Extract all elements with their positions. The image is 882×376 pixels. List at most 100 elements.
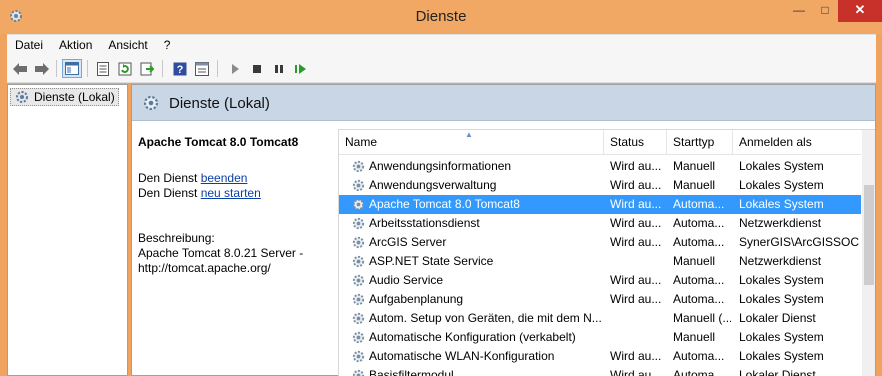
service-name: Anwendungsinformationen (369, 159, 512, 173)
forward-button[interactable] (32, 59, 52, 78)
service-name: Autom. Setup von Geräten, die mit dem N.… (369, 311, 601, 325)
help-icon: ? (173, 62, 187, 76)
service-starttype: Automa... (673, 349, 725, 363)
service-starttype: Automa... (673, 216, 725, 230)
table-row[interactable]: Automatische Konfiguration (verkabelt) Ma… (339, 328, 861, 347)
table-row[interactable]: ASP.NET State Service Manuell Netzwerkdien… (339, 252, 861, 271)
menu-datei[interactable]: Datei (7, 35, 51, 52)
show-hide-tree-icon (65, 62, 79, 75)
table-row[interactable]: Anwendungsinformationen Wird au... Manuell… (339, 157, 861, 176)
service-starttype: Manuell (673, 159, 716, 173)
stop-icon (253, 64, 261, 73)
service-name: ArcGIS Server (369, 235, 447, 249)
pause-service-button[interactable] (269, 59, 289, 78)
service-name: Arbeitsstationsdienst (369, 216, 480, 230)
play-icon (232, 63, 239, 74)
service-name: ASP.NET State Service (369, 254, 494, 268)
service-status: Wird au... (610, 235, 662, 249)
details-view-icon (195, 61, 209, 76)
menu-ansicht[interactable]: Ansicht (100, 35, 155, 52)
table-row[interactable]: Aufgabenplanung Wird au... Automa... Lokale… (339, 290, 861, 309)
services-list: ▲ Name Status Starttyp Anmelden als Anwe… (338, 129, 875, 376)
service-name: Anwendungsverwaltung (369, 178, 497, 192)
export-icon (140, 62, 154, 75)
column-header-status[interactable]: Status (604, 130, 667, 155)
service-status: Wird au... (610, 159, 662, 173)
refresh-button[interactable] (115, 59, 135, 78)
back-arrow-icon (13, 62, 27, 75)
restart-service-button[interactable] (291, 59, 311, 78)
window-title: Dienste (415, 8, 467, 25)
restart-prefix: Den Dienst (138, 186, 201, 200)
maximize-button[interactable]: □ (812, 0, 838, 22)
gear-icon (143, 95, 159, 111)
pause-icon (275, 64, 283, 73)
svg-text:?: ? (177, 64, 184, 76)
service-logon: Netzwerkdienst (739, 216, 822, 230)
table-row[interactable]: Audio Service Wird au... Automa... Lokales … (339, 271, 861, 290)
service-logon: Lokales System (739, 273, 824, 287)
stop-prefix: Den Dienst (138, 171, 201, 185)
table-row[interactable]: Autom. Setup von Geräten, die mit dem N.… (339, 309, 861, 328)
service-details: Apache Tomcat 8.0 Tomcat8 Den Dienst bee… (138, 135, 338, 276)
gear-icon (352, 293, 365, 306)
export-button[interactable] (137, 59, 157, 78)
restart-service-link[interactable]: neu starten (201, 186, 261, 200)
properties-button[interactable] (93, 59, 113, 78)
gear-icon (352, 369, 365, 376)
stop-service-link[interactable]: beenden (201, 171, 248, 185)
panel-title: Dienste (Lokal) (169, 95, 270, 112)
gear-icon (352, 255, 365, 268)
service-status: Wird au... (610, 349, 662, 363)
service-logon: Lokaler Dienst (739, 311, 816, 325)
service-name: Aufgabenplanung (369, 292, 464, 306)
table-row[interactable]: Arbeitsstationsdienst Wird au... Automa...… (339, 214, 861, 233)
title-bar: Dienste — □ ✕ (0, 0, 882, 34)
refresh-icon (118, 62, 132, 75)
column-headers: ▲ Name Status Starttyp Anmelden als (339, 130, 861, 155)
scrollbar-thumb[interactable] (864, 185, 874, 285)
service-starttype: Automa... (673, 292, 725, 306)
menu-aktion[interactable]: Aktion (51, 35, 100, 52)
description-line-2: http://tomcat.apache.org/ (138, 261, 271, 275)
service-starttype: Manuell (... (673, 311, 731, 325)
tree-item-label: Dienste (Lokal) (34, 90, 115, 104)
stop-line: Den Dienst beenden (138, 171, 338, 186)
show-hide-tree-button[interactable] (62, 59, 82, 78)
restart-line: Den Dienst neu starten (138, 186, 338, 201)
service-starttype: Manuell (673, 330, 716, 344)
gear-icon (352, 274, 365, 287)
gear-icon (352, 350, 365, 363)
column-header-starttype[interactable]: Starttyp (667, 130, 733, 155)
column-header-name[interactable]: Name (339, 130, 604, 155)
table-row[interactable]: Anwendungsverwaltung Wird au... Manuell Lok… (339, 176, 861, 195)
column-header-logon[interactable]: Anmelden als (733, 130, 861, 155)
service-starttype: Manuell (673, 178, 716, 192)
gear-icon (352, 179, 365, 192)
service-name: Automatische WLAN-Konfiguration (369, 349, 555, 363)
description-label: Beschreibung: (138, 231, 215, 245)
service-starttype: Automa... (673, 273, 725, 287)
help-button[interactable]: ? (170, 59, 190, 78)
table-row[interactable]: ArcGIS Server Wird au... Automa... SynerGIS… (339, 233, 861, 252)
table-row[interactable]: Basisfiltermodul Wird au... Automa... Lokal… (339, 366, 861, 376)
tree-item-dienste-lokal[interactable]: Dienste (Lokal) (10, 88, 119, 106)
properties-icon (97, 61, 109, 76)
stop-service-button[interactable] (247, 59, 267, 78)
close-button[interactable]: ✕ (838, 0, 882, 22)
details-view-button[interactable] (192, 59, 212, 78)
gear-icon (352, 236, 365, 249)
service-status: Wird au... (610, 216, 662, 230)
gear-icon (352, 312, 365, 325)
vertical-scrollbar[interactable] (862, 130, 875, 376)
menu-help[interactable]: ? (156, 35, 179, 52)
service-name: Apache Tomcat 8.0 Tomcat8 (369, 197, 520, 211)
back-button[interactable] (10, 59, 30, 78)
service-starttype: Automa... (673, 235, 725, 249)
table-row[interactable]: Apache Tomcat 8.0 Tomcat8 Wird au... Autom… (339, 195, 861, 214)
service-status: Wird au... (610, 368, 662, 376)
gear-icon (352, 217, 365, 230)
table-row[interactable]: Automatische WLAN-Konfiguration Wird au..… (339, 347, 861, 366)
minimize-button[interactable]: — (786, 0, 812, 22)
start-service-button[interactable] (225, 59, 245, 78)
